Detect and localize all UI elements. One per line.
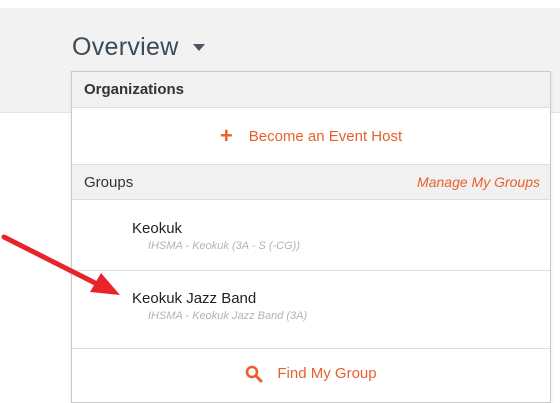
find-my-group-link[interactable]: Find My Group — [72, 348, 550, 398]
organizations-title: Organizations — [84, 81, 185, 98]
groups-title: Groups — [84, 173, 134, 191]
become-event-host-link[interactable]: + Become an Event Host — [72, 109, 550, 163]
group-item-keokuk[interactable]: Keokuk IHSMA - Keokuk (3A - S (-CG)) — [72, 201, 550, 271]
overview-title: Overview — [72, 32, 179, 61]
group-item-keokuk-jazz-band[interactable]: Keokuk Jazz Band IHSMA - Keokuk Jazz Ban… — [72, 272, 550, 348]
manage-my-groups-link[interactable]: Manage My Groups — [417, 174, 540, 190]
overview-dropdown-menu: Organizations + Become an Event Host Gro… — [71, 71, 551, 403]
overview-dropdown-toggle[interactable]: Overview — [72, 32, 205, 62]
become-event-host-label: Become an Event Host — [248, 127, 403, 145]
groups-header: Groups Manage My Groups — [72, 164, 550, 200]
group-subtitle: IHSMA - Keokuk (3A - S (-CG)) — [148, 240, 300, 252]
group-name: Keokuk Jazz Band — [132, 290, 257, 307]
group-name: Keokuk — [132, 220, 183, 237]
find-my-group-label: Find My Group — [277, 365, 377, 382]
group-subtitle: IHSMA - Keokuk Jazz Band (3A) — [148, 310, 308, 322]
top-strip — [0, 0, 560, 8]
organizations-header: Organizations — [72, 72, 550, 108]
caret-down-icon — [192, 43, 205, 51]
search-icon — [245, 365, 263, 383]
plus-icon: + — [219, 123, 233, 148]
